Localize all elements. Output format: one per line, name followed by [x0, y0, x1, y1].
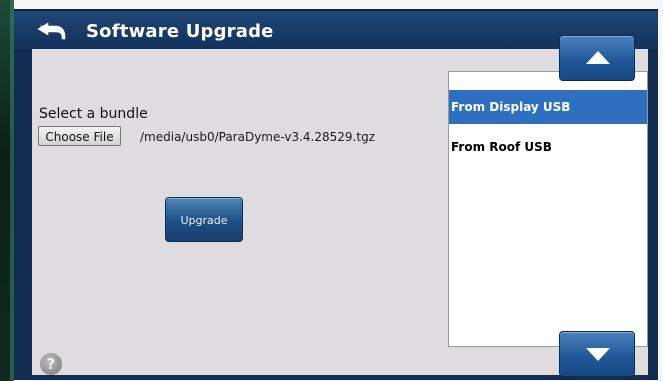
- page-title: Software Upgrade: [86, 21, 274, 42]
- choose-file-button[interactable]: Choose File: [38, 126, 121, 146]
- select-bundle-label: Select a bundle: [39, 106, 148, 122]
- list-item-from-display-usb[interactable]: From Display USB: [449, 90, 647, 124]
- upgrade-panel: Select a bundle Choose File /media/usb0/…: [32, 49, 648, 375]
- list-item-from-roof-usb[interactable]: From Roof USB: [449, 130, 647, 164]
- scroll-down-button[interactable]: [559, 331, 635, 377]
- scroll-up-button[interactable]: [559, 35, 635, 81]
- help-icon[interactable]: ?: [40, 353, 62, 375]
- device-screen: Software Upgrade Select a bundle Choose …: [14, 9, 658, 380]
- back-arrow-icon[interactable]: [34, 22, 66, 40]
- selected-file-path: /media/usb0/ParaDyme-v3.4.28529.tgz: [140, 130, 375, 144]
- upgrade-button[interactable]: Upgrade: [165, 197, 243, 242]
- source-list: From Display USB From Roof USB: [448, 71, 648, 347]
- up-arrow-icon: [586, 51, 610, 64]
- down-arrow-icon: [586, 348, 610, 361]
